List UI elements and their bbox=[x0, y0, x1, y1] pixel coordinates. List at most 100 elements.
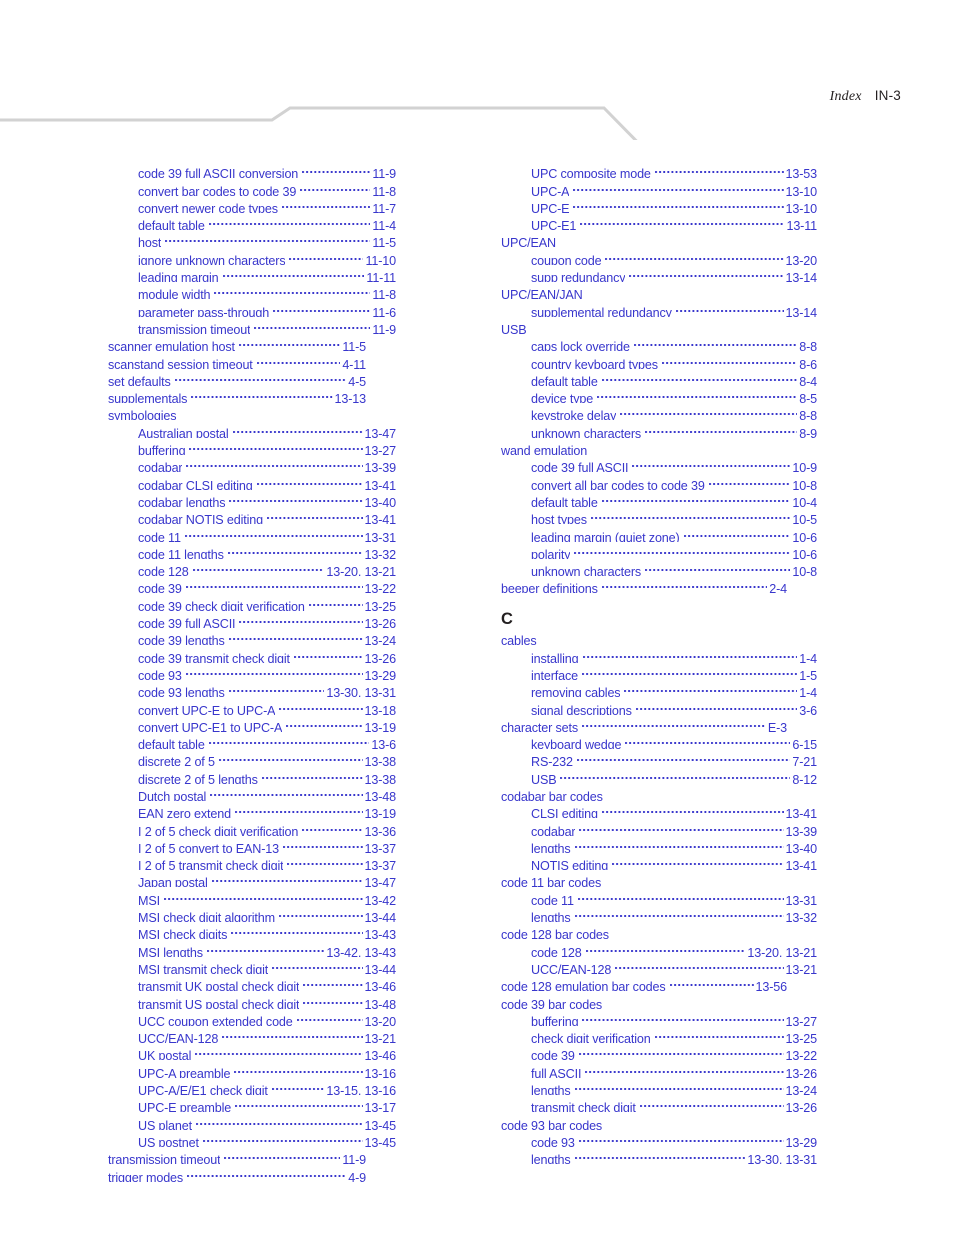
index-entry-page-ref[interactable]: 13-16 bbox=[365, 1066, 396, 1078]
index-entry-page-ref[interactable]: 13-56 bbox=[756, 979, 787, 991]
index-entry-page-ref[interactable]: 13-48 bbox=[365, 997, 396, 1009]
index-entry-page-ref[interactable]: 13-39 bbox=[365, 460, 396, 472]
index-entry[interactable]: code 39 13-22 bbox=[501, 1043, 817, 1060]
index-entry-page-ref[interactable]: 13-41 bbox=[365, 478, 396, 490]
index-entry-page-ref[interactable]: 1-4 bbox=[799, 685, 817, 697]
index-entry-page-ref[interactable]: 13-14 bbox=[786, 305, 817, 317]
index-entry[interactable]: code 39 bar codes bbox=[501, 991, 787, 1009]
index-entry[interactable]: UPC-E 13-10 bbox=[501, 196, 817, 213]
index-entry[interactable]: code 39 transmit check digit 13-26 bbox=[108, 645, 396, 663]
index-entry[interactable]: ignore unknown characters 11-10 bbox=[108, 247, 396, 265]
index-entry-page-ref[interactable]: 10-4 bbox=[792, 495, 817, 507]
index-entry[interactable]: character sets E-3 bbox=[501, 715, 787, 732]
index-entry[interactable]: convert UPC-E1 to UPC-A 13-19 bbox=[108, 715, 396, 732]
index-entry[interactable]: unknown characters 8-9 bbox=[501, 420, 817, 438]
index-entry[interactable]: Japan postal 13-47 bbox=[108, 870, 396, 887]
index-entry-page-ref[interactable]: 8-12 bbox=[792, 772, 817, 784]
index-entry-page-ref[interactable]: 13-31 bbox=[786, 893, 817, 905]
index-entry-page-ref[interactable]: 13-47 bbox=[365, 426, 396, 438]
index-entry[interactable]: lengths 13-30, 13-31 bbox=[501, 1147, 817, 1164]
index-entry-page-ref[interactable]: 8-9 bbox=[799, 426, 817, 438]
index-entry-page-ref[interactable]: 11-9 bbox=[372, 322, 396, 334]
index-entry[interactable]: default table 11-4 bbox=[108, 213, 396, 230]
index-entry-page-ref[interactable]: 13-30, 13-31 bbox=[326, 685, 396, 697]
index-entry-page-ref[interactable]: 8-8 bbox=[799, 408, 817, 420]
index-entry-page-ref[interactable]: 13-20, 13-21 bbox=[326, 564, 396, 576]
index-entry[interactable]: UK postal 13-46 bbox=[108, 1043, 396, 1060]
index-entry-page-ref[interactable]: 13-47 bbox=[365, 875, 396, 887]
index-entry[interactable]: unknown characters 10-8 bbox=[501, 559, 817, 576]
index-entry[interactable]: US planet 13-45 bbox=[108, 1112, 396, 1130]
index-entry[interactable]: code 39 13-22 bbox=[108, 576, 396, 593]
index-entry-page-ref[interactable]: 13-37 bbox=[365, 841, 396, 853]
index-entry[interactable]: leading margin (quiet zone) 10-6 bbox=[501, 524, 817, 542]
index-entry[interactable]: codabar lengths 13-40 bbox=[108, 490, 396, 507]
index-entry-page-ref[interactable]: 13-27 bbox=[786, 1014, 817, 1026]
index-entry[interactable]: Australian postal 13-47 bbox=[108, 420, 396, 438]
index-entry[interactable]: code 39 full ASCII 10-9 bbox=[501, 455, 817, 472]
index-entry[interactable]: US postnet 13-45 bbox=[108, 1130, 396, 1147]
index-entry[interactable]: device type 8-5 bbox=[501, 386, 817, 403]
index-entry-page-ref[interactable]: 13-15, 13-16 bbox=[326, 1083, 396, 1095]
index-entry-page-ref[interactable]: 13-26 bbox=[786, 1100, 817, 1112]
index-entry[interactable]: discrete 2 of 5 13-38 bbox=[108, 749, 396, 766]
index-entry[interactable]: codabar 13-39 bbox=[501, 818, 817, 836]
index-entry[interactable]: coupon code 13-20 bbox=[501, 247, 817, 265]
index-entry[interactable]: interface 1-5 bbox=[501, 663, 817, 680]
index-entry[interactable]: UPC/EAN/JAN bbox=[501, 282, 787, 299]
index-entry-page-ref[interactable]: 13-21 bbox=[786, 962, 817, 974]
index-entry[interactable]: transmission timeout 11-9 bbox=[108, 1147, 366, 1164]
index-entry-page-ref[interactable]: 13-39 bbox=[786, 824, 817, 836]
index-entry-page-ref[interactable]: 13-42, 13-43 bbox=[326, 945, 396, 957]
index-entry[interactable]: module width 11-8 bbox=[108, 282, 396, 299]
index-entry[interactable]: supplementals 13-13 bbox=[108, 386, 366, 403]
index-entry[interactable]: parameter pass-through 11-6 bbox=[108, 299, 396, 317]
index-entry-page-ref[interactable]: 11-4 bbox=[372, 218, 396, 230]
index-entry-page-ref[interactable]: E-3 bbox=[768, 720, 787, 732]
index-entry-page-ref[interactable]: 8-6 bbox=[799, 357, 817, 369]
index-entry[interactable]: transmit check digit 13-26 bbox=[501, 1095, 817, 1112]
index-entry[interactable]: beeper definitions 2-4 bbox=[501, 576, 787, 593]
index-entry[interactable]: code 11 13-31 bbox=[501, 887, 817, 905]
index-entry-page-ref[interactable]: 10-8 bbox=[792, 564, 817, 576]
index-entry-page-ref[interactable]: 13-44 bbox=[365, 962, 396, 974]
index-entry-page-ref[interactable]: 13-42 bbox=[365, 893, 396, 905]
index-entry[interactable]: UCC/EAN-128 13-21 bbox=[501, 957, 817, 974]
index-entry[interactable]: NOTIS editing 13-41 bbox=[501, 853, 817, 870]
index-entry[interactable]: scanstand session timeout 4-11 bbox=[108, 351, 366, 369]
index-entry[interactable]: scanner emulation host 11-5 bbox=[108, 334, 366, 351]
index-entry[interactable]: default table 10-4 bbox=[501, 490, 817, 507]
index-entry[interactable]: keyboard wedge 6-15 bbox=[501, 732, 817, 749]
index-entry-page-ref[interactable]: 11-6 bbox=[372, 305, 396, 317]
index-entry[interactable]: EAN zero extend 13-19 bbox=[108, 801, 396, 818]
index-entry-page-ref[interactable]: 13-43 bbox=[365, 927, 396, 939]
index-entry[interactable]: codabar NOTIS editing 13-41 bbox=[108, 507, 396, 524]
index-entry-page-ref[interactable]: 13-10 bbox=[786, 201, 817, 213]
index-entry[interactable]: I 2 of 5 convert to EAN-13 13-37 bbox=[108, 836, 396, 853]
index-entry[interactable]: lengths 13-40 bbox=[501, 836, 817, 853]
index-entry[interactable]: convert all bar codes to code 39 10-8 bbox=[501, 472, 817, 490]
index-entry[interactable]: code 93 13-29 bbox=[108, 663, 396, 680]
index-entry-page-ref[interactable]: 13-20 bbox=[786, 253, 817, 265]
index-entry-page-ref[interactable]: 13-25 bbox=[365, 599, 396, 611]
index-entry[interactable]: MSI lengths 13-42, 13-43 bbox=[108, 939, 396, 957]
index-entry-page-ref[interactable]: 13-41 bbox=[786, 858, 817, 870]
index-entry[interactable]: transmit UK postal check digit 13-46 bbox=[108, 974, 396, 991]
index-entry-page-ref[interactable]: 13-25 bbox=[786, 1031, 817, 1043]
index-entry-page-ref[interactable]: 13-21 bbox=[365, 1031, 396, 1043]
index-entry-page-ref[interactable]: 1-5 bbox=[799, 668, 817, 680]
index-entry-page-ref[interactable]: 13-46 bbox=[365, 1048, 396, 1060]
index-entry-page-ref[interactable]: 11-9 bbox=[372, 166, 396, 178]
index-entry-page-ref[interactable]: 13-26 bbox=[365, 651, 396, 663]
index-entry-page-ref[interactable]: 13-20 bbox=[365, 1014, 396, 1026]
index-entry-page-ref[interactable]: 13-19 bbox=[365, 720, 396, 732]
index-entry[interactable]: code 11 13-31 bbox=[108, 524, 396, 542]
index-entry-page-ref[interactable]: 13-40 bbox=[786, 841, 817, 853]
index-entry[interactable]: buffering 13-27 bbox=[501, 1009, 817, 1026]
index-entry-page-ref[interactable]: 11-8 bbox=[372, 184, 396, 196]
index-entry[interactable]: RS-232 7-21 bbox=[501, 749, 817, 766]
index-entry[interactable]: installing 1-4 bbox=[501, 645, 817, 663]
index-entry-page-ref[interactable]: 13-48 bbox=[365, 789, 396, 801]
index-entry[interactable]: lengths 13-24 bbox=[501, 1078, 817, 1095]
index-entry[interactable]: lengths 13-32 bbox=[501, 905, 817, 922]
